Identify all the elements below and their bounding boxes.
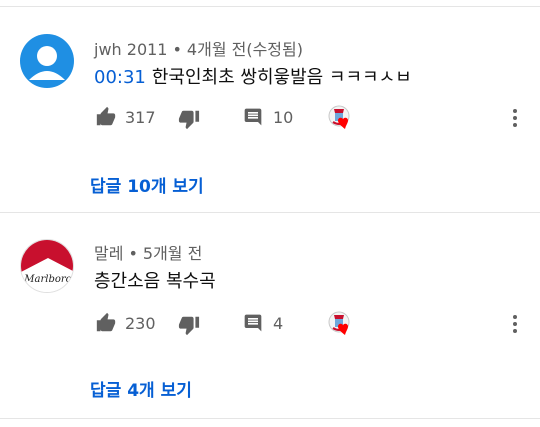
reply-button[interactable]: 10 [243,107,293,127]
comment-thread: jwh 2011 • 4개월 전(수정됨) 00:31 한국인최초 쌍히읗발음 ㅋㅋㅋ… [0,0,540,212]
comment-body: 한국인최초 쌍히읗발음 ㅋㅋㅋㅅㅂ [151,67,412,88]
thumbs-down-icon [178,110,200,130]
default-user-avatar-icon [29,46,65,80]
like-count: 317 [125,107,156,127]
author-name[interactable]: 말레 [94,244,123,263]
bottom-divider [0,418,540,419]
reply-count: 4 [273,313,284,333]
comment-time: 4개월 전(수정됨) [186,40,303,59]
view-replies-link[interactable]: 답글 10개 보기 [90,172,204,197]
creator-heart-badge [327,310,357,340]
thumbs-up-icon [96,106,116,126]
comment-meta: 말레 • 5개월 전 [94,240,202,264]
like-button[interactable]: 230 [95,312,156,334]
avatar-logo-text: Marlboro [23,274,71,285]
author-name[interactable]: jwh 2011 [94,40,167,59]
thumbs-down-icon [178,316,200,336]
more-vert-icon [513,109,517,127]
creator-heart-icon [328,311,350,335]
meta-separator: • [128,244,138,263]
marlboro-logo-avatar-icon: Marlboro [21,240,73,292]
creator-heart-badge [327,104,357,134]
like-button[interactable]: 317 [95,106,156,128]
timestamp-link[interactable]: 00:31 [94,67,146,88]
comment-text: 층간소음 복수곡 [94,267,216,293]
comment-thread: Marlboro 말레 • 5개월 전 층간소음 복수곡 230 4 답글 4개… [0,213,540,418]
like-count: 230 [125,313,156,333]
more-vert-icon [513,315,517,333]
reply-button[interactable]: 4 [243,313,283,333]
more-options-button[interactable] [512,314,518,338]
author-avatar[interactable]: Marlboro [20,239,74,293]
comment-time: 5개월 전 [142,244,203,263]
dislike-button[interactable] [178,314,200,336]
reply-count: 10 [273,107,294,127]
dislike-button[interactable] [178,108,200,130]
meta-separator: • [172,40,182,59]
view-replies-link[interactable]: 답글 4개 보기 [90,376,192,401]
creator-heart-icon [328,105,350,129]
author-avatar[interactable] [20,34,74,88]
comment-body: 층간소음 복수곡 [94,271,216,292]
comment-icon [244,314,262,332]
comment-text: 00:31 한국인최초 쌍히읗발음 ㅋㅋㅋㅅㅂ [94,63,412,89]
comment-meta: jwh 2011 • 4개월 전(수정됨) [94,36,303,60]
thumbs-up-icon [96,312,116,332]
comment-icon [244,108,262,126]
more-options-button[interactable] [512,108,518,132]
